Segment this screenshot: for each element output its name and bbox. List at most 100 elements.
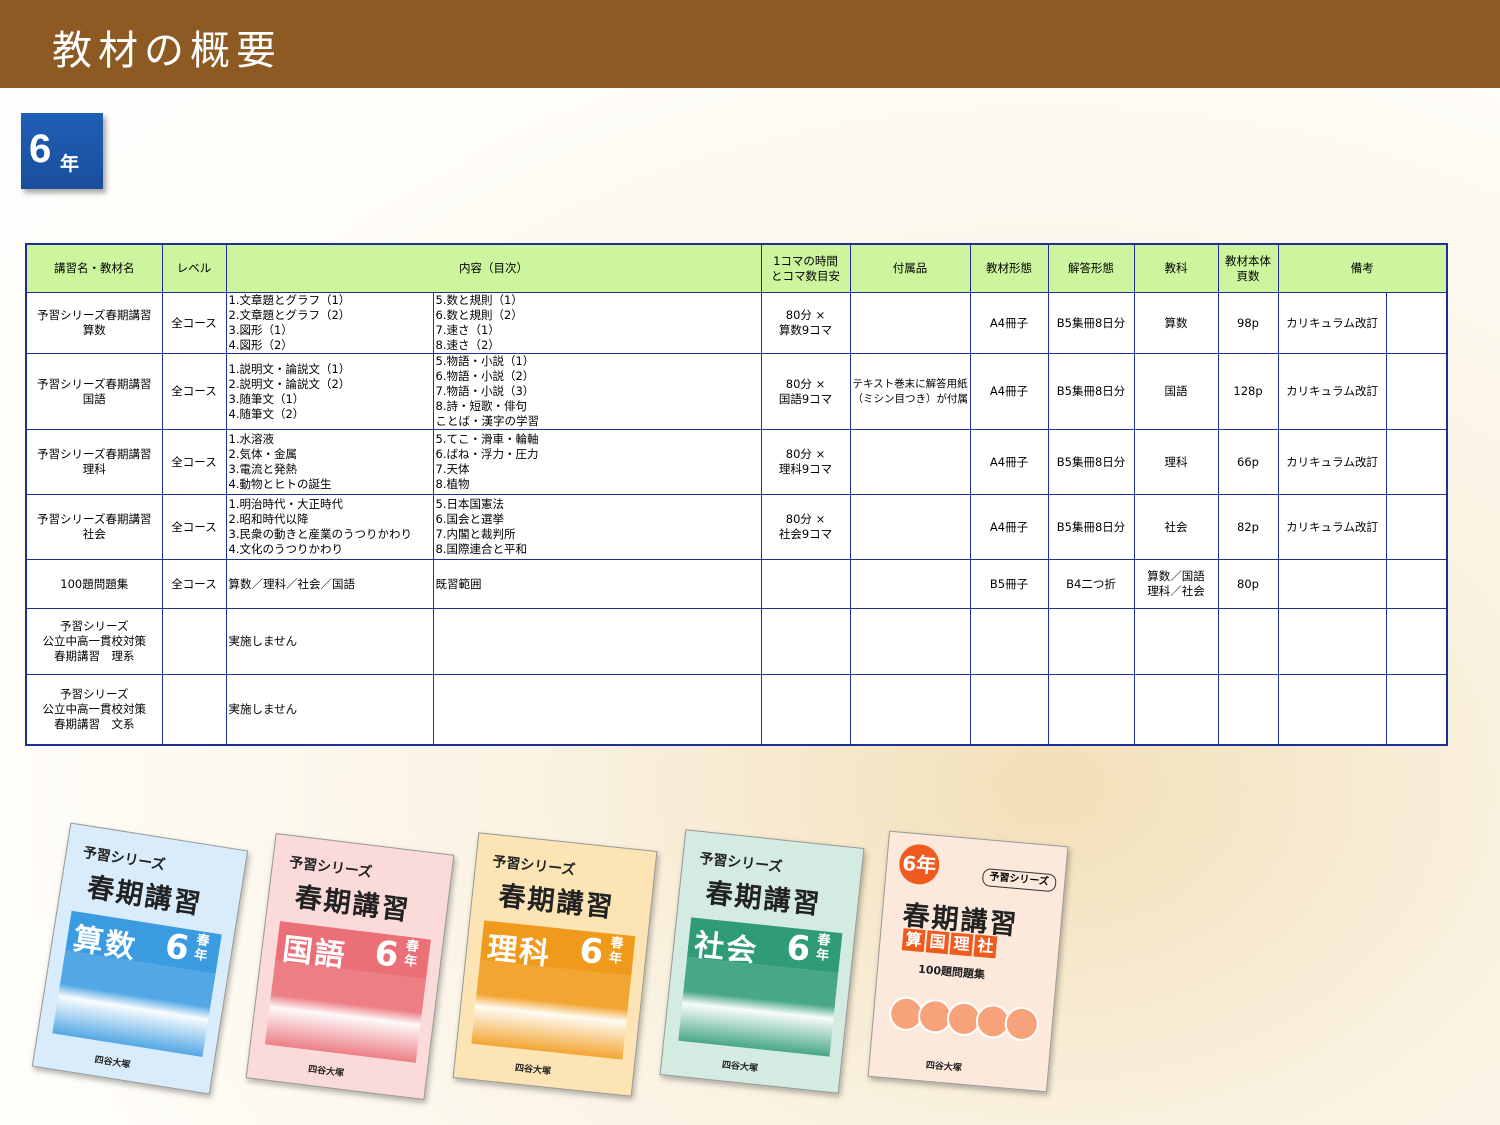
book-title: 春期講習 [704,877,823,921]
contents-item: ことば・漢字の学習 [435,414,540,428]
book-grade: 6 [372,933,401,976]
book-landscape-photo [678,957,839,1057]
course-name-line: 春期講習 文系 [54,717,135,731]
table-row: 予習シリーズ春期講習 理科 全コース 1.水溶液 2.気体・金属 3.電流と発熱 4.動物と… [25,429,1448,495]
book-season-char: 春 [609,935,625,953]
cell-notes-extra [1385,429,1448,495]
cell-format: A4冊子 [969,494,1049,560]
circle-pattern [889,996,1039,1041]
cell-time: 80分 × 社会9コマ [760,494,851,560]
cell-contents-right: 5.物語・小説（1） 6.物語・小説（2） 7.物語・小説（3） 8.詩・短歌・俳句こ… [432,353,762,430]
contents-item: 5.日本国憲法 [435,497,504,511]
header-time: 1コマの時間 とコマ数目安 [760,243,851,293]
cell-accessories [849,494,971,560]
cell-format [969,674,1049,746]
cell-accessories [849,559,971,609]
cell-contents-right: 既習範囲 [432,559,762,609]
contents-item: 8.国際連合と平和 [435,542,527,556]
header-time-line: とコマ数目安 [771,268,840,283]
cell-subject: 国語 [1133,353,1219,430]
book-grade: 6 [162,926,192,970]
cell-pages: 98p [1217,292,1279,354]
subject-line: 社会 [1164,519,1188,534]
book-season-char: 春 [816,932,832,950]
cell-notes: カリキュラム改訂 [1277,292,1387,354]
book-subject-chip: 社 [973,934,998,959]
contents-item: 4.動物とヒトの誕生 [228,477,332,491]
header-pages-line: 頁数 [1236,268,1260,283]
contents-item: 5.数と規則（1） [435,293,523,307]
course-name-line: 予習シリーズ [60,619,129,633]
contents-item: 1.明治時代・大正時代 [228,497,343,511]
cell-subject: 算数 [1133,292,1219,354]
cell-notes: カリキュラム改訂 [1277,429,1387,495]
cell-accessories [849,674,971,746]
course-name-line: 予習シリーズ春期講習 [37,512,152,526]
book-publisher: 四谷大塚 [721,1060,759,1075]
subject-line: 算数 [1164,315,1188,330]
contents-item: 実施しません [228,702,298,716]
contents-item: 6.国会と選挙 [435,512,504,526]
cell-course-name: 予習シリーズ春期講習 理科 [25,429,163,495]
time-line: 80分 × [785,512,826,526]
cell-contents-right: 5.日本国憲法 6.国会と選挙 7.内閣と裁判所 8.国際連合と平和 [432,494,762,560]
table-row: 100題問題集 全コース 算数／理科／社会／国語 既習範囲 B5冊子 B4二つ折 算数／国語… [25,559,1448,609]
book-season: 春年 [403,939,423,971]
book-title: 春期講習 [497,880,616,924]
cell-course-name: 予習シリーズ春期講習 社会 [25,494,163,560]
book-subject-chip: 理 [949,932,974,957]
cell-format [969,608,1049,675]
grade-number: 6 [29,127,52,171]
cell-time: 80分 × 算数9コマ [760,292,851,354]
book-season: 春年 [193,933,213,965]
contents-item: 3.図形（1） [228,323,293,337]
header-course-name: 講習名・教材名 [25,243,163,293]
cell-subject: 理科 [1133,429,1219,495]
book-circle-decoration [886,982,1043,1055]
header-bar: 教材の概要 [0,0,1500,88]
contents-item: 実施しません [228,634,298,648]
contents-item: 1.文章題とグラフ（1） [228,293,351,307]
course-name-line: 予習シリーズ春期講習 [37,376,152,391]
course-name-line: 予習シリーズ春期講習 [37,308,152,322]
cell-course-name: 100題問題集 [25,559,163,609]
cell-answer-format: B5集冊8日分 [1047,494,1135,560]
contents-item: 2.文章題とグラフ（2） [228,308,351,322]
header-pages: 教材本体 頁数 [1217,243,1279,293]
header-level: レベル [161,243,227,293]
cell-contents-left: 実施しません [225,674,434,746]
header-time-line: 1コマの時間 [773,253,838,268]
contents-item: 1.説明文・論説文（1） [228,361,351,376]
cell-notes-extra [1385,559,1448,609]
book-cover: 予習シリーズ 春期講習 算数 6 春年四谷大塚 [31,822,249,1095]
cell-time: 80分 × 理科9コマ [760,429,851,495]
header-accessories: 付属品 [849,243,971,293]
course-name-line: 算数 [82,323,106,337]
book-publisher: 四谷大塚 [514,1063,552,1078]
cell-course-name: 予習シリーズ 公立中高一貫校対策 春期講習 理系 [25,608,163,675]
book-season-char: 年 [193,947,209,965]
contents-item: 2.昭和時代以降 [228,512,309,526]
cell-contents-left: 算数／理科／社会／国語 [225,559,434,609]
cell-answer-format: B4二つ折 [1047,559,1135,609]
book-series-pill: 予習シリーズ [981,867,1057,893]
table-row: 予習シリーズ 公立中高一貫校対策 春期講習 理系 実施しません [25,608,1448,675]
cell-time [760,559,851,609]
contents-item: 3.電流と発熱 [228,462,297,476]
header-format: 教材形態 [969,243,1049,293]
contents-item: 既習範囲 [435,576,482,591]
time-line: 80分 × [785,447,826,461]
course-name-line: 予習シリーズ春期講習 [37,447,152,461]
table-row: 予習シリーズ春期講習 国語 全コース 1.説明文・論説文（1） 2.説明文・論説文（2）… [25,353,1448,430]
cell-pages: 80p [1217,559,1279,609]
cell-level: 全コース [161,429,227,495]
contents-item: 7.天体 [435,462,470,476]
time-line: 社会9コマ [778,527,833,541]
cell-answer-format [1047,608,1135,675]
cell-contents-left: 1.説明文・論説文（1） 2.説明文・論説文（2） 3.随筆文（1） 4.随筆文（2） [225,353,434,430]
cell-subject [1133,674,1219,746]
cell-level: 全コース [161,494,227,560]
table-header-row: 講習名・教材名 レベル 内容（目次） 1コマの時間 とコマ数目安 付属品 教材形… [25,243,1448,293]
book-season: 春年 [608,936,627,968]
contents-item: 8.速さ（2） [435,338,500,352]
